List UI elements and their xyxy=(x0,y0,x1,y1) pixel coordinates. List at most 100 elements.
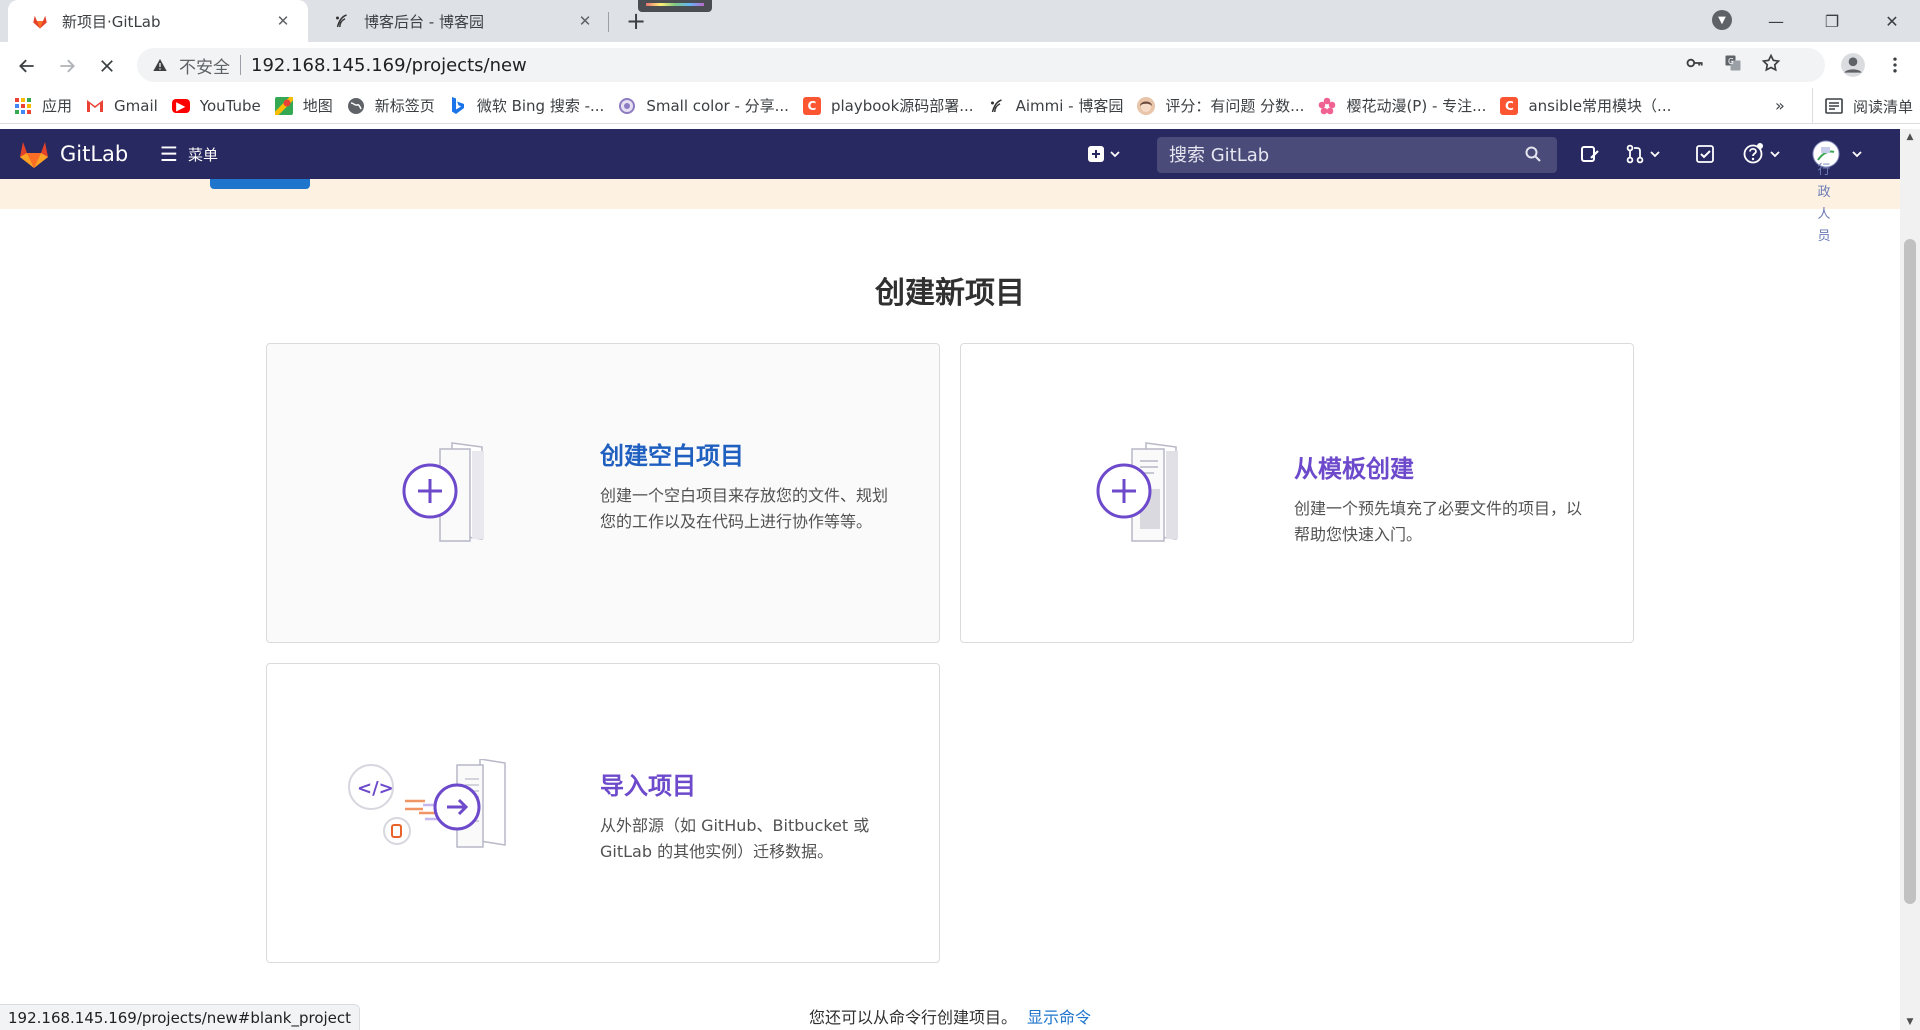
warning-triangle-icon[interactable] xyxy=(151,57,169,73)
browser-status-bar: 192.168.145.169/projects/new#blank_proje… xyxy=(0,1004,361,1030)
tab-close-icon[interactable]: ✕ xyxy=(574,10,596,32)
bookmark-star-icon[interactable] xyxy=(1761,53,1781,77)
forward-arrow-icon[interactable] xyxy=(52,51,82,81)
back-arrow-icon[interactable] xyxy=(12,51,42,81)
search-icon[interactable] xyxy=(1525,146,1541,166)
bookmark-ansible[interactable]: C ansible常用模块（... xyxy=(1500,95,1671,116)
bookmark-playbook[interactable]: C playbook源码部署... xyxy=(802,95,974,116)
youtube-icon: ▶ xyxy=(171,98,190,113)
scrollbar-thumb[interactable] xyxy=(1904,239,1916,904)
browser-toolbar: 不安全 192.168.145.169/projects/new G xyxy=(0,42,1920,88)
import-description: 从外部源（如 GitHub、Bitbucket 或 GitLab 的其他实例）迁… xyxy=(600,816,870,861)
chevron-down-icon xyxy=(1852,149,1862,159)
bookmark-label: ansible常用模块（... xyxy=(1528,97,1672,115)
svg-text:</>: </> xyxy=(357,778,394,799)
bookmark-label: playbook源码部署... xyxy=(830,97,974,115)
bookmark-apps[interactable]: 应用 xyxy=(14,95,72,116)
bookmark-gmail[interactable]: Gmail xyxy=(86,97,158,115)
todos-icon[interactable] xyxy=(1696,142,1714,166)
issues-icon[interactable] xyxy=(1580,142,1600,166)
hamburger-icon: ☰ xyxy=(160,142,178,166)
bookmark-youtube[interactable]: ▶ YouTube xyxy=(171,97,261,115)
import-project-card[interactable]: </> 导入项目 从外部源（如 GitHub、Bitbucket 或 GitLa… xyxy=(266,663,940,963)
help-dropdown[interactable] xyxy=(1742,142,1780,166)
bookmark-label: 樱花动漫(P) - 专注... xyxy=(1346,97,1487,115)
reading-list[interactable]: 阅读清单 xyxy=(1812,88,1913,124)
bookmark-bing[interactable]: 微软 Bing 搜索 -... xyxy=(449,95,604,116)
import-illustration-icon: </> xyxy=(345,758,515,873)
banner-action-button[interactable] xyxy=(210,179,310,189)
avatar-alt-char: 员 xyxy=(1817,229,1831,244)
bookmark-small-color[interactable]: Small color - 分享... xyxy=(618,95,789,116)
browser-tab-strip: 新项目·GitLab ✕ 博客后台 - 博客园 ✕ + ▼ — ❐ ✕ xyxy=(0,0,1920,42)
gitlab-search-input[interactable] xyxy=(1157,137,1557,173)
apps-grid-icon xyxy=(14,97,32,115)
avatar-alt-text: 行 政 人 员 xyxy=(1814,160,1834,248)
reading-list-icon xyxy=(1825,98,1843,114)
window-close-icon[interactable]: ✕ xyxy=(1864,0,1920,42)
tab-cnblogs-admin[interactable]: 博客后台 - 博客园 ✕ xyxy=(310,0,610,42)
plus-square-icon xyxy=(1088,146,1104,162)
page-scrollbar[interactable]: ▲ ▼ xyxy=(1900,129,1920,1030)
csdn-icon: C xyxy=(1500,96,1519,115)
cnblogs-icon xyxy=(988,97,1006,115)
small-color-icon xyxy=(618,97,636,115)
bookmarks-overflow-icon[interactable]: » xyxy=(1775,96,1785,115)
scroll-up-arrow-icon[interactable]: ▲ xyxy=(1900,129,1920,145)
bookmark-label: 应用 xyxy=(42,97,73,115)
bookmark-label: 评分：有问题 分数... xyxy=(1165,97,1305,115)
profile-avatar-icon[interactable] xyxy=(1838,50,1868,80)
template-description: 创建一个预先填充了必要文件的项目，以帮助您快速入门。 xyxy=(1294,499,1583,544)
svg-text:G: G xyxy=(1728,57,1734,66)
bookmark-label: 地图 xyxy=(302,97,333,115)
bookmark-new-tab[interactable]: 新标签页 xyxy=(347,95,435,116)
insecure-label[interactable]: 不安全 xyxy=(179,53,230,78)
gmail-icon xyxy=(86,97,104,115)
bookmarks-bar: 应用 Gmail ▶ YouTube 地图 新标签页 微软 Bing 搜索 -.… xyxy=(0,88,1920,124)
import-heading[interactable]: 导入项目 xyxy=(600,766,900,801)
create-from-template-card[interactable]: 从模板创建 创建一个预先填充了必要文件的项目，以帮助您快速入门。 xyxy=(960,343,1634,643)
address-bar[interactable]: 不安全 192.168.145.169/projects/new G xyxy=(137,48,1825,82)
bookmark-label: Gmail xyxy=(114,96,158,115)
url-text[interactable]: 192.168.145.169/projects/new xyxy=(251,55,527,76)
show-command-link[interactable]: 显示命令 xyxy=(1027,1008,1091,1027)
merge-request-icon xyxy=(1626,144,1644,164)
bookmark-aimmi[interactable]: Aimmi - 博客园 xyxy=(988,95,1123,116)
tab-gitlab-new-project[interactable]: 新项目·GitLab ✕ xyxy=(8,0,308,42)
create-blank-project-card[interactable]: 创建空白项目 创建一个空白项目来存放您的文件、规划您的工作以及在代码上进行协作等… xyxy=(266,343,940,643)
browser-menu-icon[interactable] xyxy=(1880,50,1910,80)
tab-separator xyxy=(608,12,609,32)
omnibox-actions: G xyxy=(1685,48,1781,82)
page-title: 创建新项目 xyxy=(875,276,1025,311)
template-heading[interactable]: 从模板创建 xyxy=(1294,449,1594,484)
new-item-dropdown[interactable] xyxy=(1088,142,1120,166)
bookmark-sakura[interactable]: 樱花动漫(P) - 专注... xyxy=(1318,95,1486,116)
chevron-down-icon xyxy=(1110,149,1120,159)
anime-avatar-icon xyxy=(1137,96,1156,115)
stop-loading-icon[interactable] xyxy=(92,51,122,81)
main-menu-button[interactable]: ☰ 菜单 xyxy=(160,129,218,179)
template-illustration-icon xyxy=(1094,439,1204,548)
avatar-alt-char: 人 xyxy=(1817,207,1831,222)
tab-search-dropdown-icon[interactable]: ▼ xyxy=(1712,10,1732,30)
chevron-down-icon xyxy=(1770,149,1780,159)
sakura-icon xyxy=(1318,97,1336,115)
restore-icon[interactable]: ❐ xyxy=(1804,0,1860,42)
gitlab-home-link[interactable]: GitLab xyxy=(18,139,128,169)
gitlab-brand-text: GitLab xyxy=(60,142,129,166)
minimize-icon[interactable]: — xyxy=(1748,0,1804,42)
gitlab-tanuki-logo-icon xyxy=(18,139,50,169)
avatar-alt-char: 政 xyxy=(1817,185,1831,200)
blank-project-heading[interactable]: 创建空白项目 xyxy=(600,436,900,471)
tab-title: 博客后台 - 博客园 xyxy=(364,12,484,31)
bookmark-maps[interactable]: 地图 xyxy=(274,95,333,116)
tab-title: 新项目·GitLab xyxy=(62,12,161,31)
gitlab-top-navbar: GitLab ☰ 菜单 xyxy=(0,129,1900,179)
bookmark-rating[interactable]: 评分：有问题 分数... xyxy=(1137,95,1304,116)
tab-close-icon[interactable]: ✕ xyxy=(272,10,294,32)
translate-icon[interactable]: G xyxy=(1723,53,1743,77)
key-icon[interactable] xyxy=(1685,53,1705,77)
scroll-down-arrow-icon[interactable]: ▼ xyxy=(1900,1014,1920,1030)
merge-requests-dropdown[interactable] xyxy=(1626,142,1660,166)
blank-project-illustration-icon xyxy=(400,439,510,548)
